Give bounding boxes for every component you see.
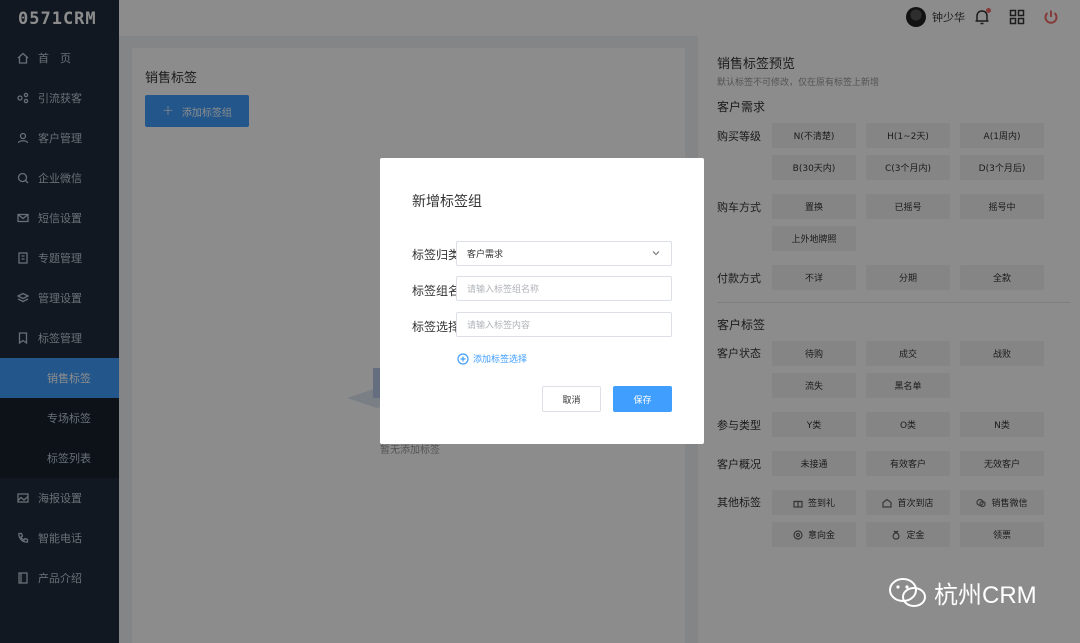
category-select-value: 客户需求 [467,250,504,260]
dialog-title: 新增标签组 [412,194,482,210]
add-tag-option-label: 添加标签选择 [473,355,528,365]
watermark-text: 杭州CRM [934,582,1037,609]
category-select[interactable]: 客户需求 [456,241,672,266]
cancel-button[interactable]: 取消 [542,386,601,412]
group-name-label: 标签组名 [412,284,461,298]
add-tag-option-link[interactable]: 添加标签选择 [457,352,527,365]
group-name-input[interactable]: 请输入标签组名称 [456,276,672,301]
tag-select-label: 标签选择 [412,320,461,334]
chevron-down-icon [651,248,661,258]
wechat-logo-icon [888,576,928,610]
category-label: 标签归类 [412,248,461,262]
save-button[interactable]: 保存 [613,386,672,412]
tag-content-input[interactable]: 请输入标签内容 [456,312,672,337]
plus-circle-icon [457,352,469,365]
watermark: 杭州CRM [888,575,1037,610]
add-tag-group-dialog: 新增标签组 标签归类 客户需求 标签组名 请输入标签组名称 标签选择 请输入标签… [380,158,704,444]
